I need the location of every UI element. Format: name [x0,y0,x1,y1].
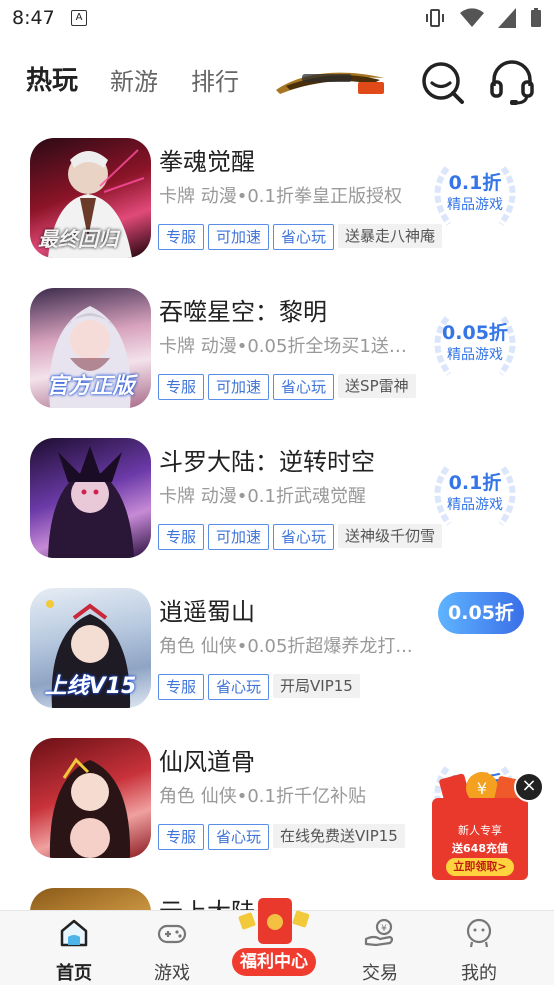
nav-label: 交易 [362,963,398,984]
game-desc: 卡牌 动漫•0.05折全场买1送1... [159,336,415,357]
game-desc: 卡牌 动漫•0.1折武魂觉醒 [159,486,366,507]
claim-button[interactable]: 立即领取> [446,858,514,876]
svg-text:¥: ¥ [381,924,387,934]
nav-profile[interactable]: 我的 [429,911,529,985]
tab-new[interactable]: 新游 [110,62,158,97]
game-thumbnail[interactable] [30,738,151,858]
gift-tag: 在线免费送VIP15 [273,824,405,848]
tag: 可加速 [208,524,270,550]
tag: 省心玩 [273,224,335,250]
game-title[interactable]: 吞噬星空：黎明 [159,292,327,327]
tag-list: 专服 省心玩 在线免费送VIP15 [158,824,405,850]
status-bar: 8:47 A [0,0,554,38]
welfare-center-button[interactable]: 福利中心 [226,892,322,978]
search-icon[interactable] [418,58,466,106]
discount-badge[interactable]: 0.1折 精品游戏 [425,160,525,228]
tag: 省心玩 [273,374,335,400]
brand-logo[interactable] [272,64,388,100]
thumb-label: 最终回归 [38,227,118,251]
discount-badge[interactable]: 0.1折 精品游戏 [425,460,525,528]
nav-label: 我的 [461,963,497,984]
thumb-label: 上线V15 [44,674,137,699]
tag-list: 专服 可加速 省心玩 送神级千仞雪 [158,524,443,550]
gift-icon [238,898,310,944]
discount-value: 0.1折 [448,472,502,494]
profile-icon [466,918,492,948]
tag-list: 专服 可加速 省心玩 送暴走八神庵 [158,224,443,250]
headset-icon[interactable] [488,58,536,106]
status-time: 8:47 [12,7,55,29]
top-header: 热玩 新游 排行 [0,48,554,110]
game-title[interactable]: 拳魂觉醒 [159,142,255,177]
game-row[interactable]: 最终回归 拳魂觉醒 卡牌 动漫•0.1折拳皇正版授权 专服 可加速 省心玩 送暴… [0,118,554,268]
tag-list: 专服 可加速 省心玩 送SP雷神 [158,374,416,400]
game-desc: 卡牌 动漫•0.1折拳皇正版授权 [159,186,402,207]
thumb-label: 官方正版 [46,374,135,399]
gamepad-icon [157,924,187,944]
tag: 专服 [158,374,205,400]
svg-text:¥: ¥ [477,779,487,798]
nav-label: 首页 [56,963,92,984]
notification-icon: A [71,10,87,26]
tab-hot[interactable]: 热玩 [26,60,78,97]
newcomer-promo[interactable]: ¥ 新人专享 送648充值 立即领取> × [428,768,544,886]
home-icon [60,919,88,947]
discount-label: 精品游戏 [447,497,503,513]
game-thumbnail[interactable] [30,888,151,910]
promo-title: 新人专享 [458,824,502,837]
discount-value: 0.05折 [442,322,508,344]
welfare-label: 福利中心 [232,948,316,976]
nav-trade[interactable]: ¥ 交易 [330,911,430,985]
promo-offer: 送648充值 [452,842,508,855]
game-title[interactable]: 仙风道骨 [159,742,255,777]
nav-games[interactable]: 游戏 [122,911,222,985]
promo-card[interactable]: 新人专享 送648充值 立即领取> [432,798,528,880]
game-row[interactable]: 上线V15 逍遥蜀山 角色 仙侠•0.05折超爆养龙打... 专服 省心玩 开局… [0,568,554,718]
tag: 可加速 [208,374,270,400]
game-row[interactable]: 斗罗大陆：逆转时空 卡牌 动漫•0.1折武魂觉醒 专服 可加速 省心玩 送神级千… [0,418,554,568]
tag: 省心玩 [208,674,270,700]
tag: 可加速 [208,224,270,250]
game-thumbnail[interactable] [30,438,151,558]
game-row[interactable]: 官方正版 吞噬星空：黎明 卡牌 动漫•0.05折全场买1送1... 专服 可加速… [0,268,554,418]
nav-label: 游戏 [154,963,190,984]
close-icon[interactable]: × [514,772,544,802]
discount-label: 精品游戏 [447,197,503,213]
trade-icon: ¥ [364,918,394,947]
game-thumbnail[interactable]: 最终回归 [30,138,151,258]
discount-label: 精品游戏 [447,347,503,363]
tag-list: 专服 省心玩 开局VIP15 [158,674,360,700]
vibrate-icon [426,9,444,27]
gift-tag: 送SP雷神 [338,374,416,398]
discount-pill[interactable]: 0.05折 [438,592,524,634]
tag: 专服 [158,524,205,550]
discount-badge[interactable]: 0.05折 精品游戏 [425,310,525,378]
status-indicators [424,8,542,28]
game-title[interactable]: 逍遥蜀山 [159,592,255,627]
wifi-icon [460,8,484,27]
tag: 专服 [158,674,205,700]
battery-icon [531,8,541,27]
game-desc: 角色 仙侠•0.05折超爆养龙打... [159,636,413,657]
signal-icon [498,8,516,28]
game-thumbnail[interactable]: 官方正版 [30,288,151,408]
tag: 省心玩 [208,824,270,850]
character-art [48,446,134,558]
nav-home[interactable]: 首页 [24,911,124,985]
tab-ranking[interactable]: 排行 [191,62,239,97]
discount-value: 0.1折 [448,172,502,194]
tag: 专服 [158,824,205,850]
game-title[interactable]: 斗罗大陆：逆转时空 [159,442,375,477]
game-desc: 角色 仙侠•0.1折千亿补贴 [159,786,366,807]
game-thumbnail[interactable]: 上线V15 [30,588,151,708]
tag: 专服 [158,224,205,250]
gift-tag: 开局VIP15 [273,674,360,698]
tag: 省心玩 [273,524,335,550]
character-art [49,757,131,858]
